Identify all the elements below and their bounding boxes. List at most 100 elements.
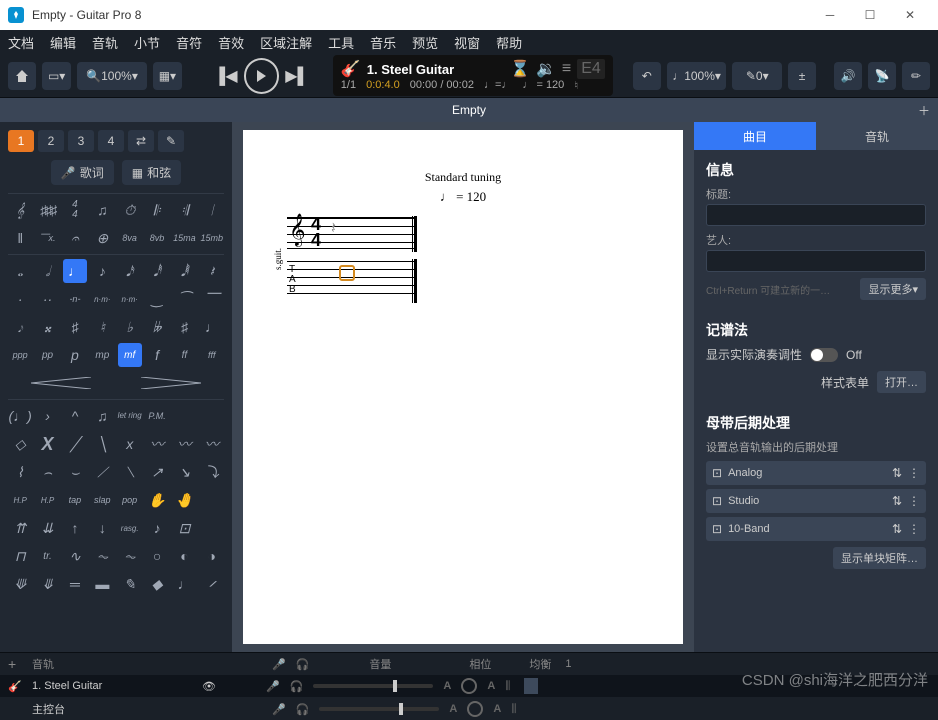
tuning-fork-icon[interactable]: ♮ [574, 79, 578, 92]
master-volume-slider[interactable] [319, 707, 439, 711]
repeat-close-button[interactable]: 𝄇 [172, 198, 196, 222]
mic-icon[interactable]: 🎤 [272, 658, 286, 671]
p-button[interactable]: p [63, 343, 87, 367]
menu-track[interactable]: 音轨 [92, 33, 118, 52]
palm-icon[interactable]: ✋ [145, 488, 169, 512]
stroke-down-button[interactable]: ↓ [90, 516, 114, 540]
master-auto-a2-button[interactable]: A [493, 703, 501, 715]
headphone-icon[interactable]: 🎧 [296, 658, 310, 671]
menu-effects[interactable]: 音效 [218, 33, 244, 52]
tr-button[interactable]: tr. [35, 544, 59, 568]
x-note-button[interactable] [200, 404, 224, 428]
effect-toggle-icon[interactable]: ⊡ [712, 494, 722, 508]
8vb-button[interactable]: 8vb [145, 226, 169, 250]
accidental-x-button[interactable]: ♯ [172, 315, 196, 339]
effect-updown-icon[interactable]: ⇅ [892, 522, 902, 536]
turn-button[interactable]: ⏦ [90, 544, 114, 568]
voice-4-button[interactable]: 4 [98, 130, 124, 152]
tuplet-nm-button[interactable]: n·m· [90, 287, 114, 311]
pp-button[interactable]: pp [35, 343, 59, 367]
show-more-button[interactable]: 显示更多▾ [860, 278, 926, 300]
keysig-button[interactable]: ♯♯♯ [35, 198, 59, 222]
tuplet-nm2-button[interactable]: n·m· [118, 287, 142, 311]
sharp-button[interactable]: ♯ [63, 315, 87, 339]
64th-note-button[interactable]: 𝅘𝅥𝅱 [172, 259, 196, 283]
eq-button[interactable]: ⫼ [505, 680, 510, 693]
menu-note[interactable]: 音符 [176, 33, 202, 52]
15mb-button[interactable]: 15mb [200, 226, 224, 250]
f-button[interactable]: f [145, 343, 169, 367]
sustain-button[interactable]: ═ [63, 572, 87, 596]
effect-menu-icon[interactable]: ⋮ [908, 494, 920, 508]
crescendo-button[interactable] [8, 371, 115, 395]
chords-button[interactable]: ▦ 和弦 [122, 160, 181, 185]
mordent-button[interactable]: ∿ [63, 544, 87, 568]
pitch-up-button[interactable]: ± [788, 62, 816, 90]
vibrato-button[interactable]: 〰 [145, 432, 169, 456]
effect-row-studio[interactable]: ⊡ Studio ⇅ ⋮ [706, 489, 926, 513]
double-dot-button[interactable]: ·· [35, 287, 59, 311]
marker-button[interactable]: ◆ [145, 572, 169, 596]
effect-updown-icon[interactable]: ⇅ [892, 494, 902, 508]
slash-note-button[interactable]: 𝄍 [200, 572, 224, 596]
tremolo-button[interactable]: ⌇ [8, 460, 32, 484]
master-pan-knob[interactable] [467, 701, 483, 717]
fade-in-button[interactable]: ◐ [172, 544, 196, 568]
standard-staff[interactable]: 𝄞 44 𝄽 [287, 217, 417, 249]
8va-button[interactable]: 8va [118, 226, 142, 250]
dot-button[interactable]: · [8, 287, 32, 311]
home-button[interactable] [8, 62, 36, 90]
automation-a2-button[interactable]: A [487, 680, 495, 692]
note-duration-dropdown[interactable]: ♩ 100%▾ [667, 62, 727, 90]
mp-button[interactable]: mp [90, 343, 114, 367]
lyrics-button[interactable]: 🎤 歌词 [51, 160, 114, 185]
zoom-dropdown[interactable]: 🔍 100% ▾ [77, 62, 147, 90]
barline-button[interactable]: 𝄀 [200, 198, 224, 222]
brush-up-button[interactable] [200, 488, 224, 512]
menu-edit[interactable]: 编辑 [50, 33, 76, 52]
arpeggio-down-button[interactable]: ⇊ [35, 516, 59, 540]
trem-bar-button[interactable]: ⟱ [8, 572, 32, 596]
slap-button[interactable]: slap [90, 488, 114, 512]
visibility-icon[interactable]: 👁 [202, 680, 216, 693]
shift-slide-button[interactable]: ⟍ [118, 460, 142, 484]
design-mode-button[interactable]: ✎ [158, 130, 184, 152]
effect-menu-icon[interactable]: ⋮ [908, 466, 920, 480]
add-track-button[interactable]: + [8, 656, 22, 672]
track-row-1[interactable]: 🎸 1. Steel Guitar 👁 🎤 🎧 A A ⫼ [0, 675, 938, 697]
voice-2-button[interactable]: 2 [38, 130, 64, 152]
effect-toggle-icon[interactable]: ⊡ [712, 522, 722, 536]
alt-ending-button[interactable]: ⎺x. [35, 226, 59, 250]
double-bar-button[interactable]: ‖ [8, 226, 32, 250]
arpeggio-up-button[interactable]: ⇈ [8, 516, 32, 540]
double-flat-button[interactable]: 𝄫 [145, 315, 169, 339]
32nd-note-button[interactable]: 𝅘𝅥𝅰 [145, 259, 169, 283]
harmonic-button[interactable]: ◇ [8, 432, 32, 456]
fade-out-button[interactable]: ◑ [200, 544, 224, 568]
slide-down-button[interactable]: ↘ [172, 460, 196, 484]
master-row[interactable]: 主控台 🎤 🎧 A A ⫼ [0, 698, 938, 720]
open-stylesheet-button[interactable]: 打开… [877, 371, 926, 393]
sixteenth-note-button[interactable]: 𝅘𝅥𝅯 [118, 259, 142, 283]
mf-button[interactable]: mf [118, 343, 142, 367]
repeat-open-button[interactable]: 𝄆 [145, 198, 169, 222]
voice-3-button[interactable]: 3 [68, 130, 94, 152]
tab-track[interactable]: 音轨 [816, 122, 938, 150]
menu-bar[interactable]: 小节 [134, 33, 160, 52]
undo-button[interactable]: ↶ [633, 62, 661, 90]
effect-toggle-icon[interactable]: ⊡ [712, 466, 722, 480]
maximize-button[interactable]: ☐ [850, 0, 890, 30]
flamenco-button[interactable]: ♪ [145, 516, 169, 540]
natural-button[interactable]: ♮ [90, 315, 114, 339]
show-matrix-button[interactable]: 显示单块矩阵… [833, 547, 926, 569]
double-sharp-button[interactable]: 𝄪 [35, 315, 59, 339]
15ma-button[interactable]: 15ma [172, 226, 196, 250]
fff-button[interactable]: fff [200, 343, 224, 367]
play-button[interactable] [244, 58, 280, 94]
slur-button[interactable]: ⁀ [172, 287, 196, 311]
slide-in-button[interactable]: ╲ [90, 432, 114, 456]
ff-button[interactable]: ff [172, 343, 196, 367]
tab-staff[interactable]: TAB [287, 261, 417, 301]
effect-menu-icon[interactable]: ⋮ [908, 522, 920, 536]
display-mode-button[interactable]: ▭▾ [42, 62, 71, 90]
